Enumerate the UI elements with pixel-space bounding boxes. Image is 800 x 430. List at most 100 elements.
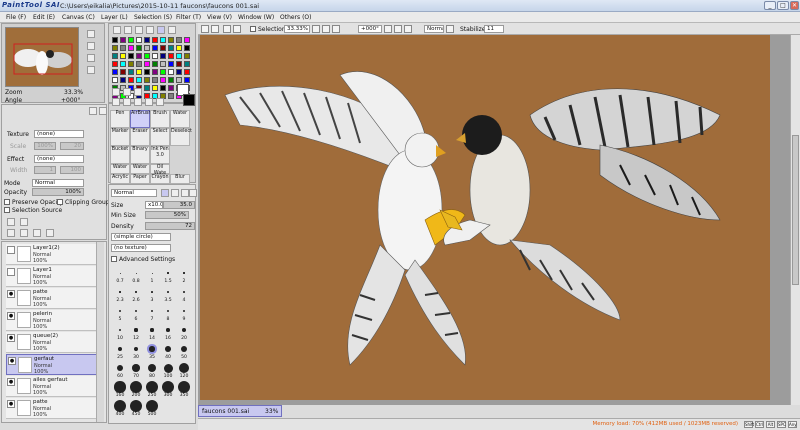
canvas-area[interactable] — [198, 35, 790, 405]
color-swatch[interactable] — [128, 53, 134, 59]
menu-file[interactable]: File (F) — [6, 14, 26, 21]
zoom-out-button[interactable] — [87, 42, 95, 50]
zoom-in-icon[interactable] — [312, 25, 320, 33]
tool-oil-water[interactable]: Oil Wate — [150, 164, 170, 176]
tip-shape-icon[interactable] — [189, 189, 197, 197]
brush-preset-dot[interactable] — [116, 364, 124, 372]
brush-preset-dot[interactable] — [181, 327, 186, 332]
brush-preset-dot[interactable] — [166, 328, 170, 332]
brush-preset-dot[interactable] — [162, 381, 174, 393]
tip-shape-icon[interactable] — [171, 189, 179, 197]
color-swatch[interactable] — [176, 45, 182, 51]
brush-preset-dot[interactable] — [183, 272, 185, 274]
rotate-right-button[interactable] — [87, 66, 95, 74]
color-swatch[interactable] — [112, 69, 118, 75]
eyedropper-icon[interactable] — [156, 98, 164, 106]
color-swatch[interactable] — [152, 45, 158, 51]
brush-preset-dot[interactable] — [180, 345, 188, 353]
eye-icon[interactable]: ● — [7, 400, 15, 408]
menu-filter[interactable]: Filter (T) — [176, 14, 201, 21]
color-swatch[interactable] — [152, 69, 158, 75]
color-swatch[interactable] — [160, 69, 166, 75]
preserve-opacity-checkbox[interactable] — [4, 199, 10, 205]
swatches-icon[interactable] — [157, 26, 165, 34]
size-multiplier[interactable]: x10.0 — [145, 201, 163, 209]
tool-water-3[interactable]: Water — [130, 164, 150, 174]
brush-preset-dot[interactable] — [151, 272, 153, 274]
color-swatch[interactable] — [152, 85, 158, 91]
opacity-slider[interactable]: 100% — [32, 188, 84, 196]
color-swatch[interactable] — [176, 53, 182, 59]
menu-selection[interactable]: Selection (S) — [134, 14, 172, 21]
eye-icon[interactable]: ● — [7, 312, 15, 320]
rgb-slider-icon[interactable] — [124, 26, 132, 34]
color-swatch[interactable] — [160, 37, 166, 43]
blend-mode-select[interactable]: Normal — [32, 179, 84, 187]
tool-airbrush[interactable]: AirBrush — [130, 110, 151, 128]
color-swatch[interactable] — [184, 45, 190, 51]
color-swatch[interactable] — [120, 37, 126, 43]
scratchpad-icon[interactable] — [168, 26, 176, 34]
color-swatch[interactable] — [144, 53, 150, 59]
apply-mask-icon[interactable] — [33, 229, 41, 237]
layer-item[interactable]: Layer1(2) Normal 100% — [6, 244, 97, 265]
tool-blur[interactable]: Blur — [170, 174, 190, 184]
color-swatch[interactable] — [120, 61, 126, 67]
delete-layer-icon[interactable] — [46, 229, 54, 237]
color-swatch[interactable] — [168, 85, 174, 91]
brush-preset-dot[interactable] — [132, 364, 140, 372]
brush-preset-dot[interactable] — [114, 381, 126, 393]
texture-select[interactable]: (none) — [34, 130, 84, 138]
color-swatch[interactable] — [112, 61, 118, 67]
clipping-group-checkbox[interactable] — [57, 199, 63, 205]
brush-preset-dot[interactable] — [130, 381, 142, 393]
brush-preset-dot[interactable] — [114, 400, 126, 412]
brush-preset-dot[interactable] — [178, 381, 190, 393]
menu-edit[interactable]: Edit (E) — [33, 14, 55, 21]
brush-size-presets[interactable]: 0.7 0.8 1 1.5 2 2.3 2.6 3 3.5 4 5 6 7 8 9 10 12 14 16 20 25 3… — [113, 267, 193, 423]
select-rect-icon[interactable] — [112, 88, 120, 96]
color-swatch[interactable] — [136, 53, 142, 59]
stabilize-select[interactable]: 11 — [484, 25, 504, 33]
foreground-color[interactable] — [183, 94, 195, 106]
brush-texture-select[interactable]: (no texture) — [111, 244, 171, 252]
color-swatch[interactable] — [112, 45, 118, 51]
layer-item[interactable]: Layer1 Normal 100% — [6, 266, 97, 287]
color-swatch[interactable] — [160, 61, 166, 67]
flip-icon[interactable] — [446, 25, 454, 33]
color-swatch[interactable] — [128, 37, 134, 43]
brush-preset-dot[interactable] — [149, 346, 155, 352]
color-swatch[interactable] — [136, 61, 142, 67]
width-slider[interactable]: 1 — [34, 166, 56, 174]
density-slider[interactable]: 72 — [145, 222, 195, 230]
close-button[interactable]: ✕ — [790, 1, 799, 10]
brush-preset-dot[interactable] — [117, 346, 123, 352]
tool-binary[interactable]: Binary — [130, 146, 150, 164]
effect-select[interactable]: (none) — [34, 155, 84, 163]
brush-preset-dot[interactable] — [119, 272, 121, 274]
canvas-paper[interactable] — [200, 35, 770, 400]
eye-icon[interactable]: ● — [7, 290, 15, 298]
visibility-toggle[interactable] — [7, 246, 15, 254]
color-swatch[interactable] — [144, 77, 150, 83]
brush-preset-dot[interactable] — [135, 272, 137, 274]
minimize-button[interactable]: _ — [764, 1, 776, 10]
zoom-icon[interactable] — [123, 98, 131, 106]
color-swatch[interactable] — [120, 53, 126, 59]
color-swatch[interactable] — [184, 53, 190, 59]
brush-preset-dot[interactable] — [118, 309, 121, 312]
hsv-slider-icon[interactable] — [135, 26, 143, 34]
prop-button-1[interactable] — [89, 107, 97, 115]
brush-preset-dot[interactable] — [151, 291, 153, 293]
color-swatch[interactable] — [144, 69, 150, 75]
color-swatch[interactable] — [184, 77, 190, 83]
color-swatch[interactable] — [176, 37, 182, 43]
brush-preset-dot[interactable] — [130, 400, 142, 412]
color-swatch[interactable] — [160, 53, 166, 59]
brush-preset-dot[interactable] — [183, 291, 185, 293]
selection-checkbox[interactable] — [250, 26, 256, 32]
brush-preset-dot[interactable] — [150, 328, 154, 332]
tool-select[interactable]: Select — [150, 128, 170, 146]
tool-paper[interactable]: Paper — [130, 174, 150, 184]
color-swatch[interactable] — [168, 45, 174, 51]
